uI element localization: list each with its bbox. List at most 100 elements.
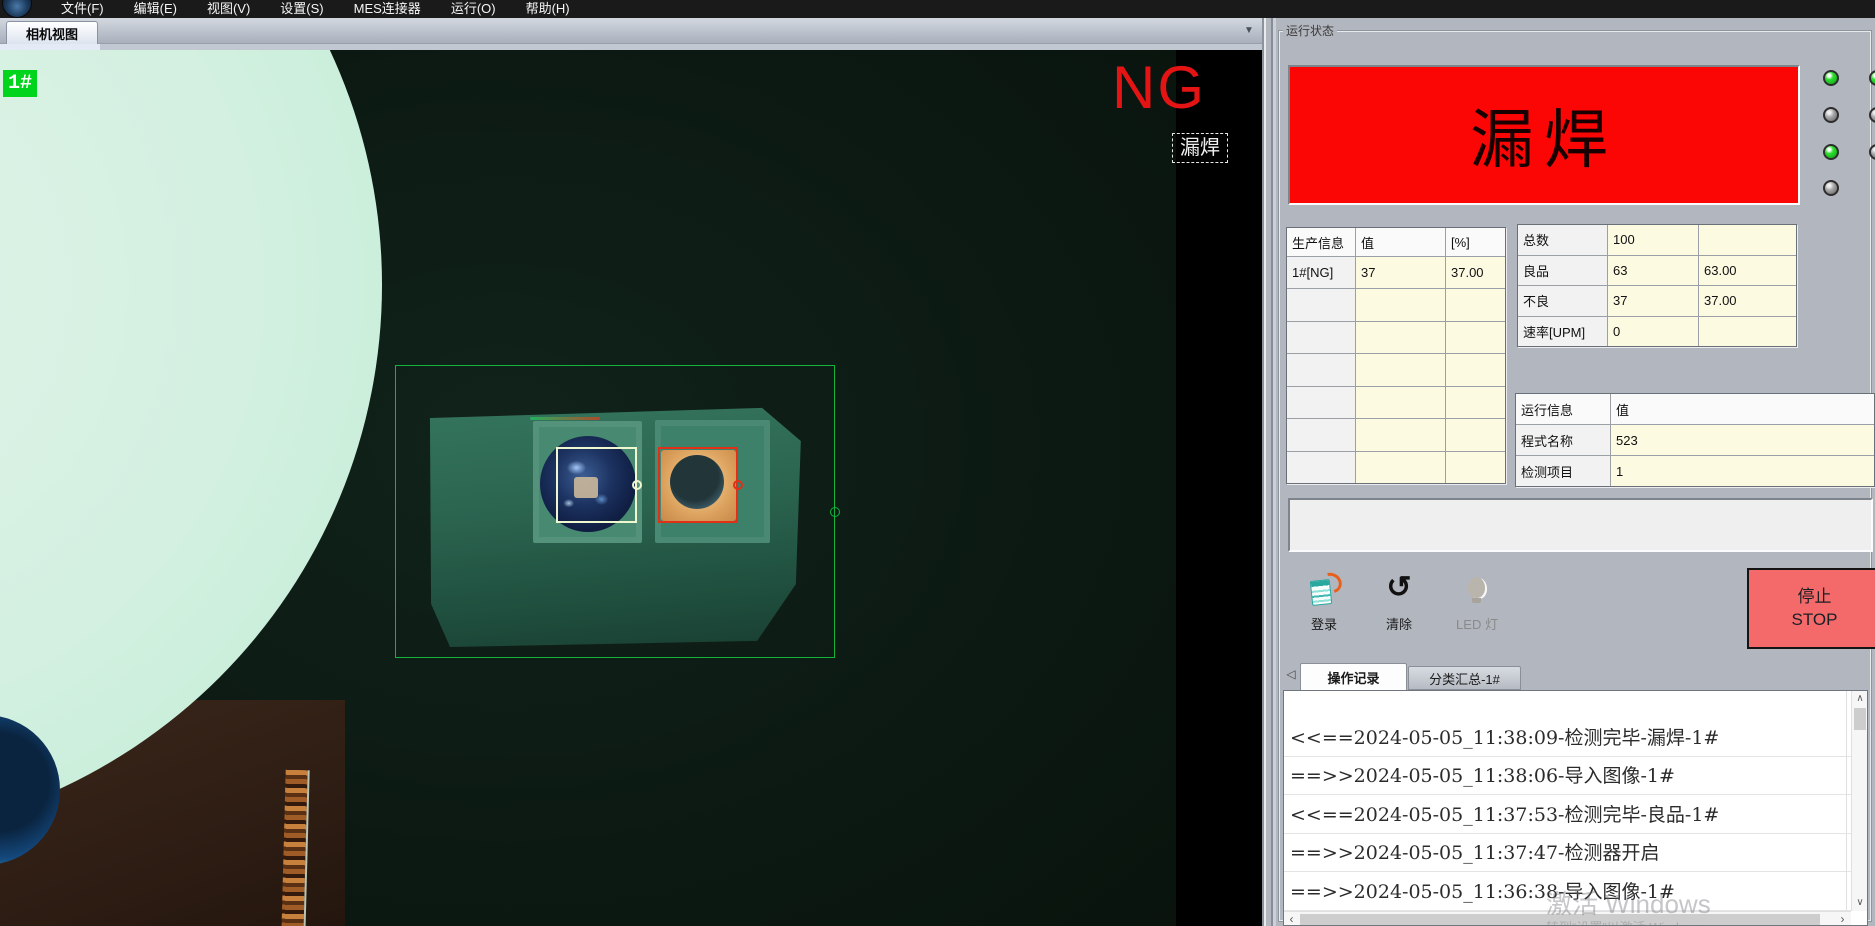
camera-view[interactable]: 1# NG 漏焊 [0, 50, 1262, 926]
chevron-down-icon[interactable]: ▼ [1240, 23, 1258, 38]
table-cell: 程式名称 [1516, 425, 1610, 455]
scroll-up-icon[interactable]: ∧ [1852, 691, 1868, 706]
message-box [1288, 498, 1873, 552]
status-banner: 漏焊 [1288, 65, 1800, 205]
app-logo-icon[interactable] [2, 0, 32, 18]
tab-classification-summary[interactable]: 分类汇总-1# [1408, 666, 1521, 690]
log-entry[interactable]: <<==2024-05-05_11:38:09-检测完毕-漏焊-1# [1284, 719, 1858, 757]
menu-mes-connector[interactable]: MES连接器 [339, 0, 436, 18]
menu-view[interactable]: 视图(V) [192, 0, 265, 18]
column-header: [%] [1446, 228, 1505, 256]
result-ng-text: NG [1112, 58, 1206, 118]
table-cell-empty [1446, 289, 1505, 320]
table-cell-empty [1356, 419, 1445, 450]
login-button[interactable]: 登录 [1297, 574, 1351, 640]
column-header: 生产信息 [1287, 228, 1355, 256]
scroll-down-icon[interactable]: ∨ [1852, 895, 1868, 910]
table-cell: 37 [1608, 286, 1698, 316]
roi-die-frame-notch [632, 480, 642, 490]
vertical-scrollbar[interactable]: ∧ ∨ [1851, 691, 1867, 911]
vertical-scrollbar-thumb[interactable] [1854, 708, 1866, 730]
stop-button[interactable]: 停止 STOP [1747, 568, 1875, 649]
table-cell-empty [1287, 419, 1355, 450]
log-entry[interactable]: ==>>2024-05-05_11:38:06-导入图像-1# [1284, 757, 1858, 795]
statistics-table: 总数 100 良品 63 63.00 不良 37 37.00 速率[UPM] 0 [1517, 224, 1797, 347]
windows-activation-watermark-line2: 转到“设置”以激活 Windows。 [1546, 917, 1715, 926]
table-cell: 检测项目 [1516, 456, 1610, 486]
led-indicator-left-1 [1823, 70, 1839, 86]
column-header: 值 [1356, 228, 1445, 256]
roi-defect-frame [658, 447, 738, 523]
column-header: 运行信息 [1516, 394, 1610, 424]
roi-detection-frame-notch [830, 507, 840, 517]
led-light-button[interactable]: LED 灯 [1447, 574, 1507, 640]
table-cell: 不良 [1518, 286, 1607, 316]
panel-splitter[interactable] [1262, 18, 1276, 926]
table-cell: 1 [1611, 456, 1874, 486]
menu-bar: 文件(F) 编辑(E) 视图(V) 设置(S) MES连接器 运行(O) 帮助(… [0, 0, 1875, 18]
scroll-left-icon[interactable]: ‹ [1284, 912, 1299, 926]
clear-label: 清除 [1386, 614, 1412, 633]
table-cell-empty [1699, 317, 1796, 347]
table-cell-empty [1356, 354, 1445, 385]
table-cell: 1#[NG] [1287, 257, 1355, 288]
menu-help[interactable]: 帮助(H) [511, 0, 585, 18]
log-entry[interactable]: <<==2024-05-05_11:37:53-检测完毕-良品-1# [1284, 796, 1858, 834]
panel-title: 运行状态 [1283, 22, 1337, 39]
clear-button[interactable]: ↺ 清除 [1372, 574, 1426, 640]
table-cell [1699, 225, 1796, 255]
tab-camera-view[interactable]: 相机视图 [6, 21, 98, 44]
login-badge-icon [1306, 574, 1342, 608]
table-cell-empty [1446, 452, 1505, 483]
table-cell-empty [1356, 452, 1445, 483]
table-cell-empty [1287, 452, 1355, 483]
table-cell-empty [1356, 387, 1445, 418]
run-info-table: 运行信息 值 程式名称 523 检测项目 1 [1515, 393, 1875, 487]
menu-run[interactable]: 运行(O) [436, 0, 511, 18]
app-window: 文件(F) 编辑(E) 视图(V) 设置(S) MES连接器 运行(O) 帮助(… [0, 0, 1875, 926]
table-cell: 0 [1608, 317, 1698, 347]
table-cell-empty [1446, 322, 1505, 353]
run-status-panel: 运行状态 漏焊 生产信息 值 [%] 1#[NG] 37 37.00 [1276, 18, 1875, 926]
led-indicator-left-3 [1823, 144, 1839, 160]
stop-label-cn: 停止 [1798, 586, 1832, 609]
table-cell-empty [1287, 322, 1355, 353]
menu-file[interactable]: 文件(F) [46, 0, 119, 18]
led-indicator-left-2 [1823, 107, 1839, 123]
tab-operation-log[interactable]: 操作记录 [1300, 663, 1407, 690]
station-badge: 1# [3, 70, 37, 97]
led-indicator-left-4 [1823, 180, 1839, 196]
table-cell-empty [1287, 289, 1355, 320]
table-cell: 63 [1608, 256, 1698, 286]
table-cell: 37.00 [1699, 286, 1796, 316]
refresh-glyph: ↺ [1381, 570, 1417, 606]
scroll-right-icon[interactable]: › [1835, 912, 1850, 926]
table-cell-empty [1287, 354, 1355, 385]
table-cell-empty [1446, 354, 1505, 385]
log-entry[interactable]: ==>>2024-05-05_11:37:47-检测器开启 [1284, 834, 1858, 872]
table-cell: 523 [1611, 425, 1874, 455]
table-cell: 37.00 [1446, 257, 1505, 288]
table-cell-empty [1287, 387, 1355, 418]
menu-edit[interactable]: 编辑(E) [119, 0, 192, 18]
column-header: 值 [1611, 394, 1874, 424]
clear-refresh-icon: ↺ [1381, 574, 1417, 608]
menu-items: 文件(F) 编辑(E) 视图(V) 设置(S) MES连接器 运行(O) 帮助(… [46, 0, 585, 18]
table-cell-empty [1356, 322, 1445, 353]
windows-activation-watermark: 激活 Windows [1546, 884, 1711, 921]
menu-settings[interactable]: 设置(S) [265, 0, 338, 18]
table-cell: 63.00 [1699, 256, 1796, 286]
table-cell: 37 [1356, 257, 1445, 288]
table-cell-empty [1446, 387, 1505, 418]
tab-scroll-left-icon[interactable]: ◁ [1284, 667, 1298, 682]
defect-label-tag: 漏焊 [1172, 133, 1228, 163]
roi-defect-frame-notch [733, 480, 743, 490]
table-cell: 速率[UPM] [1518, 317, 1607, 347]
table-cell: 总数 [1518, 225, 1607, 255]
camera-black-margin [1176, 50, 1262, 926]
camera-tab-strip: 相机视图 ▼ [0, 18, 1262, 44]
table-cell-empty [1356, 289, 1445, 320]
stop-label-en: STOP [1792, 609, 1838, 632]
table-cell: 良品 [1518, 256, 1607, 286]
table-cell: 100 [1608, 225, 1698, 255]
